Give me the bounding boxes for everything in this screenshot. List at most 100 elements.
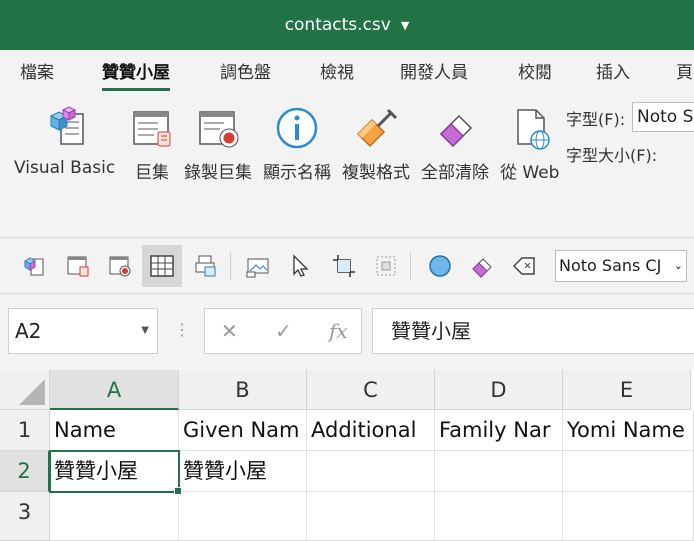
splitter-handle-icon[interactable]: ⋮	[174, 320, 190, 339]
row-header-1[interactable]: 1	[0, 410, 50, 451]
column-header-c[interactable]: C	[307, 370, 435, 410]
qat-visual-basic-button[interactable]	[14, 245, 54, 287]
grid-icon	[150, 255, 174, 277]
visual-basic-icon	[49, 106, 84, 145]
record-macro-icon	[109, 256, 131, 277]
visual-basic-button[interactable]: Visual Basic	[14, 104, 115, 178]
from-web-label: 從 Web	[500, 163, 560, 183]
qat-pointer-button[interactable]	[280, 245, 320, 287]
name-box[interactable]: A2 ▼	[8, 308, 158, 354]
qat-tag-button[interactable]	[504, 245, 544, 287]
qat-circle-button[interactable]	[420, 245, 460, 287]
tab-zanzan[interactable]: 贊贊小屋	[102, 50, 170, 96]
format-painter-icon	[356, 108, 398, 148]
qat-select-objects-button[interactable]	[366, 245, 406, 287]
print-icon	[195, 255, 216, 277]
tag-icon	[512, 257, 535, 275]
formula-controls: ✕ ✓ fx	[204, 308, 362, 354]
eraser-icon	[472, 258, 492, 278]
tab-page[interactable]: 頁	[676, 50, 693, 96]
format-painter-label: 複製格式	[342, 163, 410, 183]
enter-icon[interactable]: ✓	[275, 319, 292, 343]
document-title[interactable]: contacts.csv	[285, 15, 391, 35]
select-objects-icon	[376, 256, 396, 276]
select-all-corner[interactable]	[0, 370, 50, 410]
formula-input[interactable]: 贊贊小屋	[372, 308, 694, 354]
crop-icon	[333, 255, 355, 277]
cell-c3[interactable]	[307, 492, 435, 541]
record-macro-button[interactable]: 錄製巨集	[184, 104, 252, 183]
macro-icon	[67, 256, 89, 277]
record-macro-icon	[199, 111, 239, 148]
clear-all-label: 全部清除	[421, 163, 489, 183]
cell-e2[interactable]	[563, 451, 694, 492]
record-macro-label: 錄製巨集	[184, 163, 252, 183]
tab-developer[interactable]: 開發人員	[400, 50, 468, 96]
qat-record-macro-button[interactable]	[100, 245, 140, 287]
from-web-button[interactable]: 從 Web	[500, 104, 559, 183]
toolbar-separator	[230, 252, 231, 280]
pointer-icon	[293, 254, 309, 277]
qat-crop-button[interactable]	[324, 245, 364, 287]
show-names-button[interactable]: 顯示名稱	[263, 104, 331, 183]
ribbon-tabs: 檔案 贊贊小屋 調色盤 檢視 開發人員 校閱 插入 頁	[0, 50, 694, 96]
show-names-label: 顯示名稱	[263, 163, 331, 183]
qat-eraser-button[interactable]	[462, 245, 502, 287]
circle-icon	[429, 255, 451, 277]
macro-label: 巨集	[135, 163, 169, 183]
cell-d1[interactable]: Family Nar	[435, 410, 563, 451]
cell-b2[interactable]: 贊贊小屋	[179, 451, 307, 492]
formula-area: A2 ▼ ⋮ ✕ ✓ fx 贊贊小屋	[0, 294, 694, 370]
tab-palette[interactable]: 調色盤	[220, 50, 271, 96]
column-header-a[interactable]: A	[50, 370, 179, 410]
macro-icon	[133, 111, 171, 147]
spreadsheet-grid: A B C D E 1 2 3 Name Given Nam Additiona…	[0, 370, 694, 541]
ribbon: Visual Basic 巨集 錄製巨集 顯示名稱 複製格式 全部清除 從 We…	[0, 96, 694, 238]
cell-a3[interactable]	[50, 492, 179, 541]
qat-macro-button[interactable]	[58, 245, 98, 287]
tab-insert[interactable]: 插入	[596, 50, 630, 96]
column-header-d[interactable]: D	[435, 370, 563, 410]
column-header-b[interactable]: B	[179, 370, 307, 410]
cell-e3[interactable]	[563, 492, 694, 541]
clear-all-button[interactable]: 全部清除	[421, 104, 489, 183]
font-label: 字型(F):	[566, 110, 626, 129]
format-painter-button[interactable]: 複製格式	[342, 104, 410, 183]
font-size-label: 字型大小(F):	[566, 146, 658, 165]
qat-font-select[interactable]: Noto Sans CJ ⌄	[555, 250, 687, 282]
qat-font-value: Noto Sans CJ	[559, 256, 662, 275]
row-header-2[interactable]: 2	[0, 451, 50, 492]
from-web-icon	[516, 109, 550, 150]
tab-view[interactable]: 檢視	[320, 50, 354, 96]
title-bar: contacts.csv ▼	[0, 0, 694, 50]
font-name-field[interactable]: Noto S	[632, 102, 694, 132]
qat-grid-button[interactable]	[142, 245, 182, 287]
cell-b3[interactable]	[179, 492, 307, 541]
chevron-down-icon: ⌄	[673, 259, 683, 272]
cell-d2[interactable]	[435, 451, 563, 492]
chevron-down-icon[interactable]: ▼	[401, 19, 409, 32]
row-header-3[interactable]: 3	[0, 492, 50, 541]
cell-c2[interactable]	[307, 451, 435, 492]
cancel-icon[interactable]: ✕	[221, 319, 238, 343]
macro-button[interactable]: 巨集	[128, 104, 176, 183]
qat-print-button[interactable]	[186, 245, 226, 287]
fill-handle[interactable]	[174, 487, 182, 495]
cell-a1[interactable]: Name	[50, 410, 179, 451]
cell-a2[interactable]: 贊贊小屋	[50, 451, 179, 492]
cell-b1[interactable]: Given Nam	[179, 410, 307, 451]
info-icon	[276, 107, 318, 149]
qat-screenshot-button[interactable]	[238, 245, 278, 287]
eraser-icon	[439, 114, 473, 148]
tab-review[interactable]: 校閱	[518, 50, 552, 96]
screenshot-icon	[246, 258, 269, 278]
chevron-down-icon[interactable]: ▼	[141, 309, 149, 353]
tab-file[interactable]: 檔案	[20, 50, 54, 96]
fx-icon[interactable]: fx	[329, 319, 348, 343]
toolbar-separator	[410, 252, 411, 280]
visual-basic-icon	[24, 257, 44, 276]
cell-c1[interactable]: Additional	[307, 410, 435, 451]
column-header-e[interactable]: E	[563, 370, 691, 410]
cell-e1[interactable]: Yomi Name	[563, 410, 694, 451]
cell-d3[interactable]	[435, 492, 563, 541]
